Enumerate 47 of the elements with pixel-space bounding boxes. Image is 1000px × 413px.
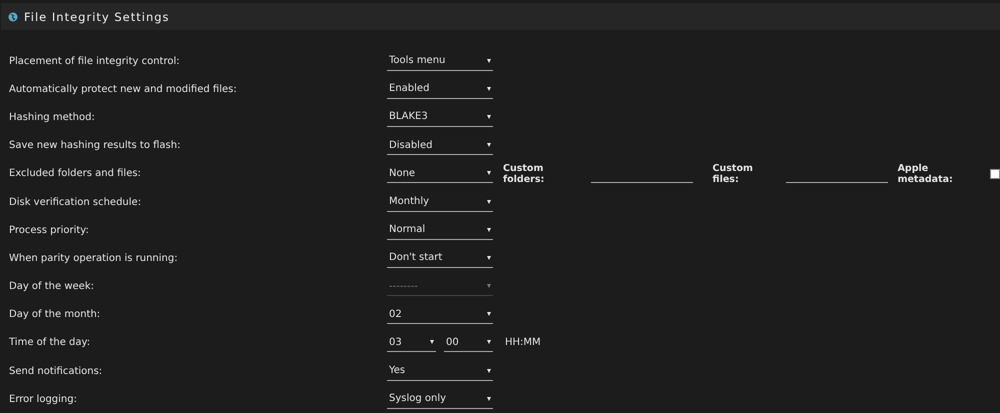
section-title: File Integrity Settings: [24, 10, 170, 24]
custom-files-label: Custom files:: [712, 162, 754, 185]
dropdown[interactable]: Tools menu: [387, 52, 493, 71]
setting-label: Error logging:: [9, 394, 78, 405]
dropdown[interactable]: Monthly: [387, 192, 493, 212]
caret-icon: [487, 143, 491, 148]
hour-dropdown[interactable]: 03: [387, 333, 436, 352]
caret-icon: [487, 58, 491, 63]
apple-metadata-label: Apple metadata:: [898, 162, 954, 185]
setting-label: Day of the week:: [9, 281, 95, 292]
caret-icon: [487, 284, 491, 288]
minute-dropdown[interactable]: 00: [444, 333, 493, 352]
setting-label: Day of the month:: [9, 309, 102, 320]
caret-icon: [487, 200, 491, 204]
time-format-label: HH:MM: [505, 337, 541, 348]
dropdown[interactable]: 02: [387, 305, 493, 324]
caret-icon: [487, 171, 491, 176]
setting-label: Disk verification schedule:: [9, 196, 142, 208]
setting-label: Process priority:: [9, 224, 90, 236]
dropdown[interactable]: Disabled: [387, 136, 493, 156]
dropdown[interactable]: Don't start: [387, 248, 493, 268]
setting-label: Hashing method:: [9, 112, 96, 123]
setting-label: Excluded folders and files:: [9, 168, 142, 180]
setting-label: Automatically protect new and modified files:: [9, 84, 238, 95]
caret-icon: [430, 340, 434, 344]
custom-folders-label: Custom folders:: [503, 162, 546, 185]
caret-icon: [487, 228, 491, 232]
caret-icon: [487, 256, 491, 260]
setting-label: Placement of file integrity control:: [9, 56, 181, 67]
caret-icon: [487, 368, 491, 373]
checkbox[interactable]: [990, 168, 1000, 179]
globe-icon: [8, 12, 18, 22]
caret-icon: [487, 396, 491, 401]
setting-label: When parity operation is running:: [9, 252, 179, 264]
setting-label: Send notifications:: [9, 366, 104, 377]
caret-icon: [487, 312, 491, 316]
dropdown[interactable]: Normal: [387, 220, 493, 240]
dropdown[interactable]: Enabled: [387, 80, 493, 99]
setting-label: Save new hashing results to flash:: [9, 140, 182, 152]
dropdown[interactable]: BLAKE3: [387, 108, 493, 127]
dropdown[interactable]: Syslog only: [387, 390, 493, 409]
dropdown[interactable]: Yes: [387, 362, 493, 381]
caret-icon: [487, 114, 491, 119]
caret-icon: [487, 340, 491, 344]
caret-icon: [487, 86, 491, 91]
setting-label: Time of the day:: [9, 337, 92, 348]
dropdown[interactable]: None: [387, 164, 493, 184]
